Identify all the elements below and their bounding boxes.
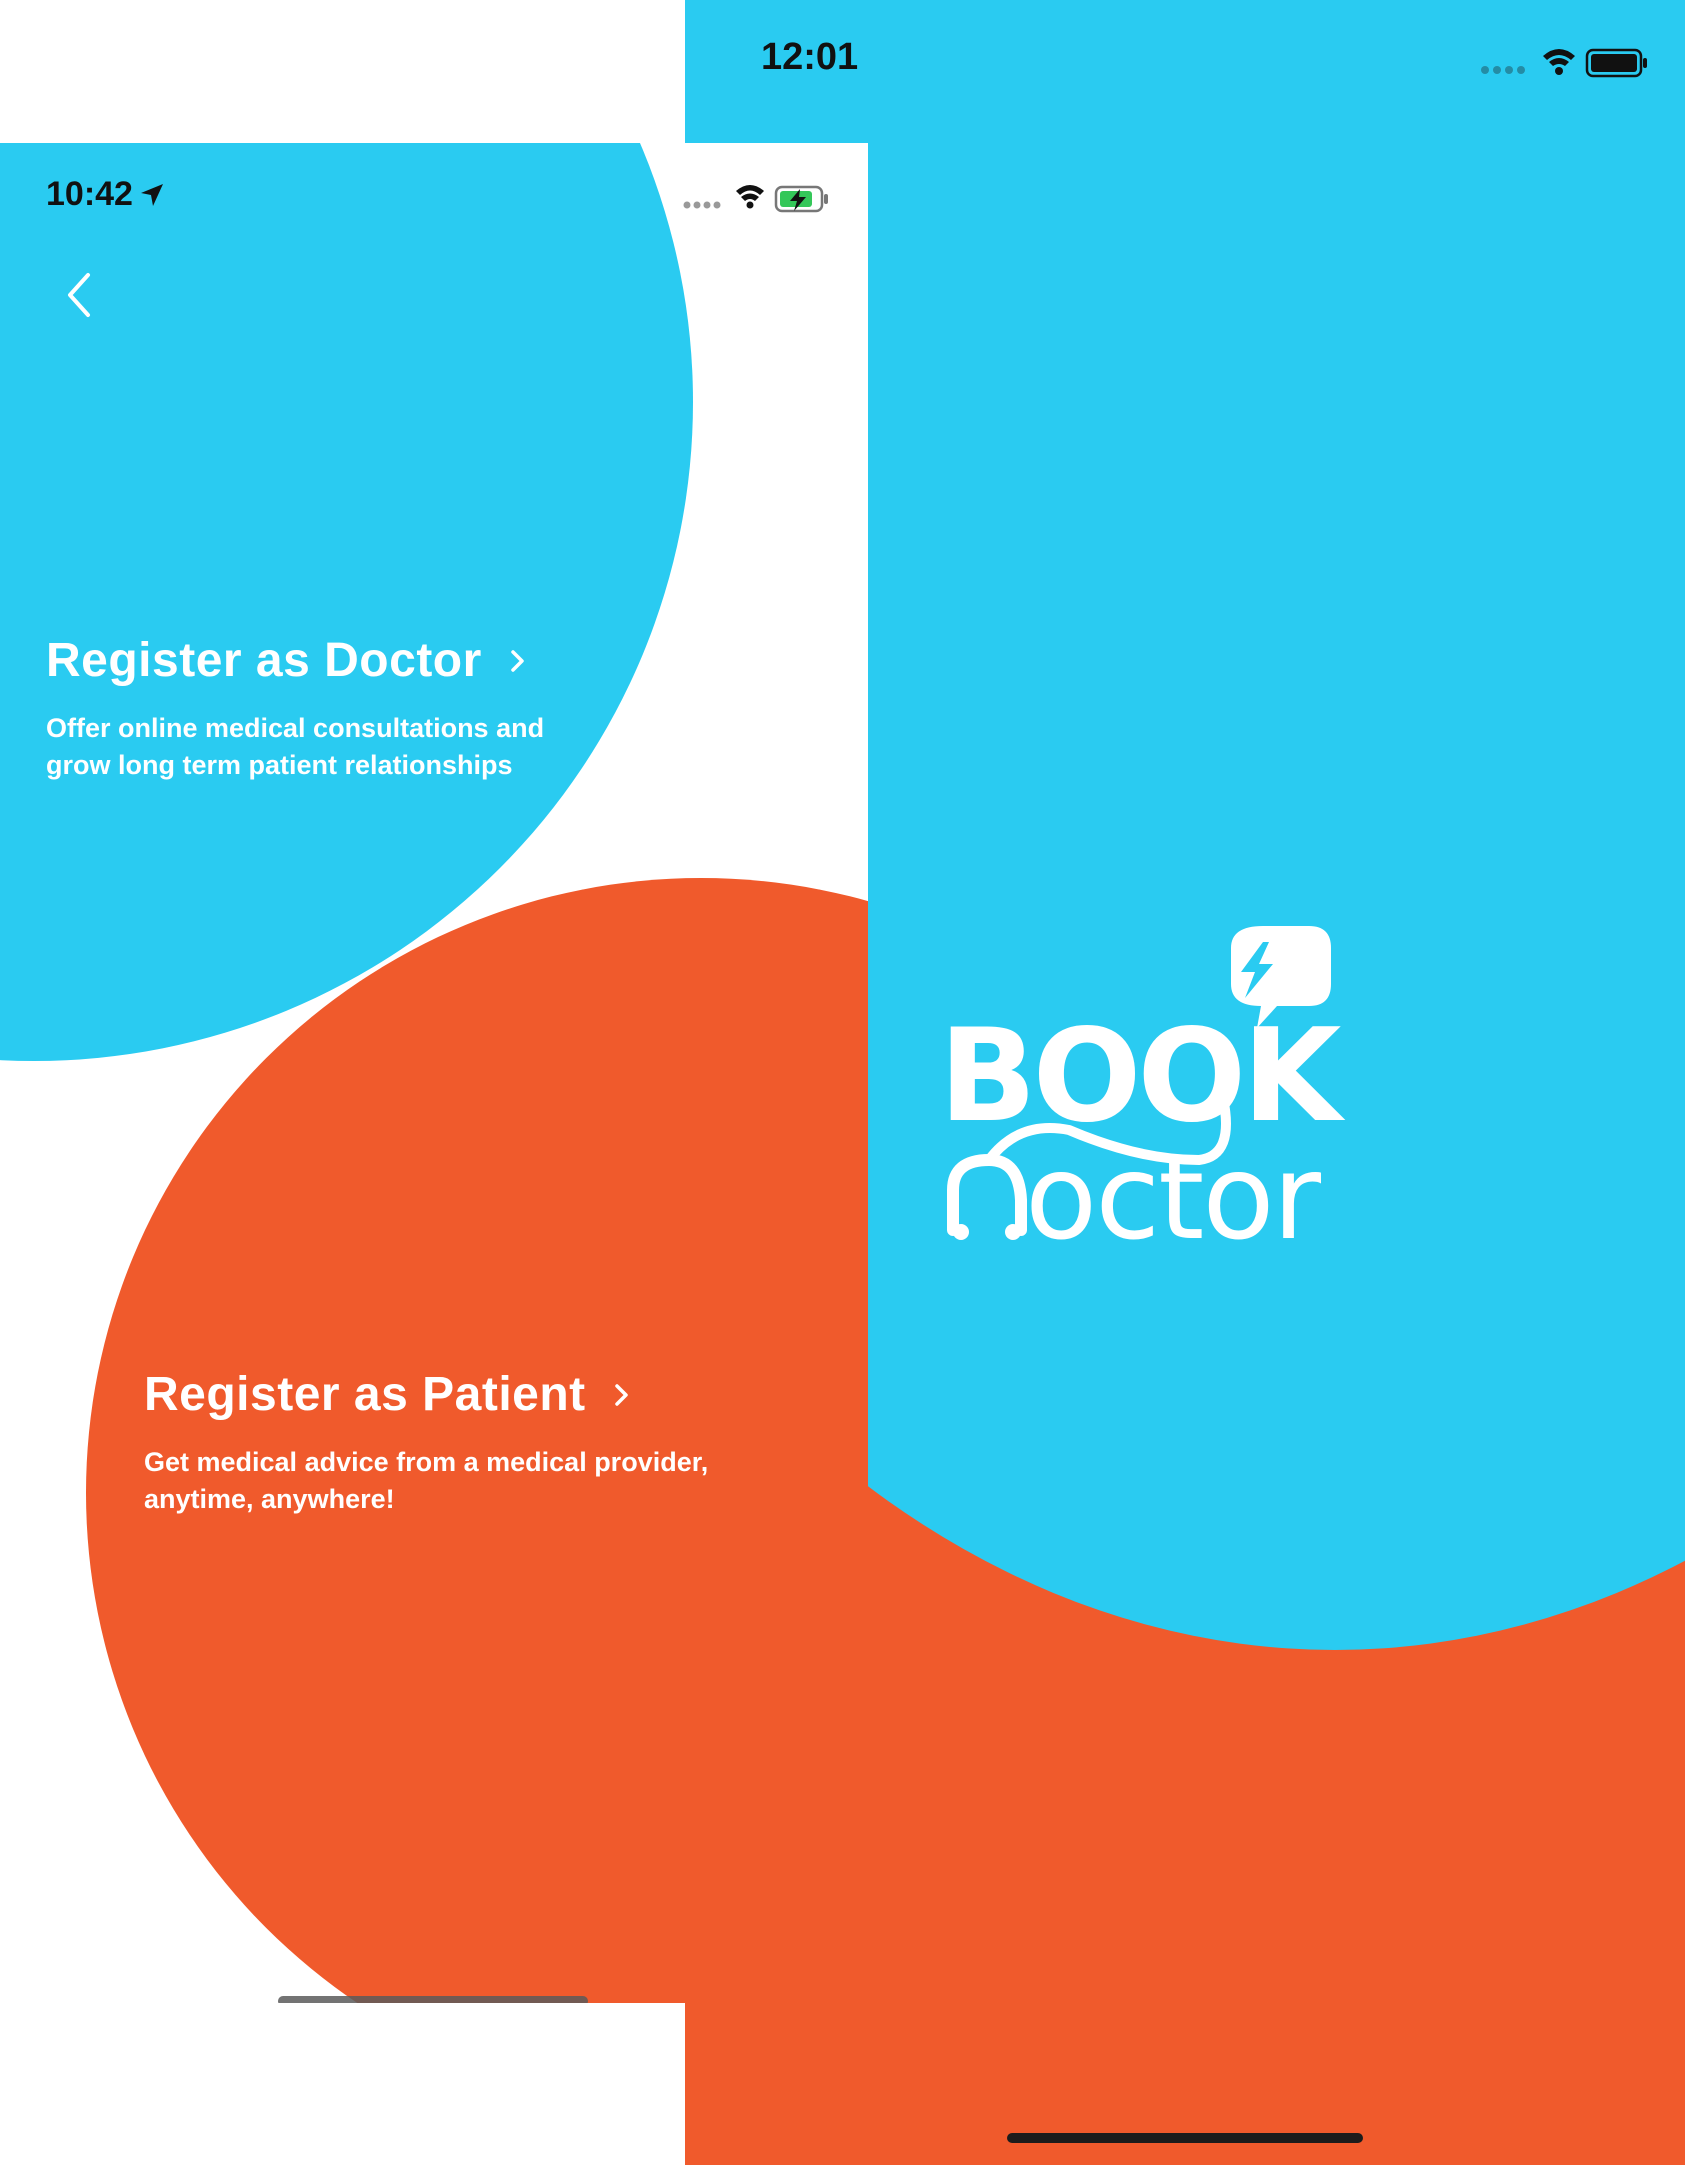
status-icons [1479,44,1649,85]
battery-icon [1585,48,1647,78]
logo-word-octor: octor [1025,1128,1322,1250]
status-icons [682,181,832,220]
signal-icon [1481,66,1525,74]
chevron-left-icon [68,273,90,317]
register-patient-option[interactable]: Register as Patient Get medical advice f… [144,1367,784,1518]
home-indicator [278,1996,588,2003]
wifi-icon [1543,49,1575,75]
register-patient-description: Get medical advice from a medical provid… [144,1447,709,1514]
register-doctor-title: Register as Doctor [46,634,482,687]
battery-charging-icon [774,185,828,213]
logo-graphic: BOOK octor [939,926,1350,1266]
chevron-right-icon [511,649,524,672]
status-time: 12:01 [761,36,859,78]
register-patient-title-row[interactable]: Register as Patient [144,1367,784,1422]
status-bar-left: 10:42 [46,175,165,214]
book-doctor-logo: BOOK octor [939,920,1419,1266]
home-indicator [1007,2133,1363,2143]
back-button[interactable] [58,263,102,327]
stethoscope-icon [947,1153,1027,1236]
wifi-icon [736,185,764,209]
signal-icon [683,201,721,209]
status-time: 10:42 [46,175,133,213]
register-doctor-description: Offer online medical consultations and g… [46,713,545,780]
chevron-right-icon [614,1383,628,1406]
register-doctor-option[interactable]: Register as Doctor Offer online medical … [46,633,666,784]
register-doctor-title-row[interactable]: Register as Doctor [46,633,666,688]
register-screen: 10:42 Register as Doctor Offer online me… [0,143,868,2003]
register-patient-title: Register as Patient [144,1368,586,1421]
location-arrow-icon [140,183,163,206]
